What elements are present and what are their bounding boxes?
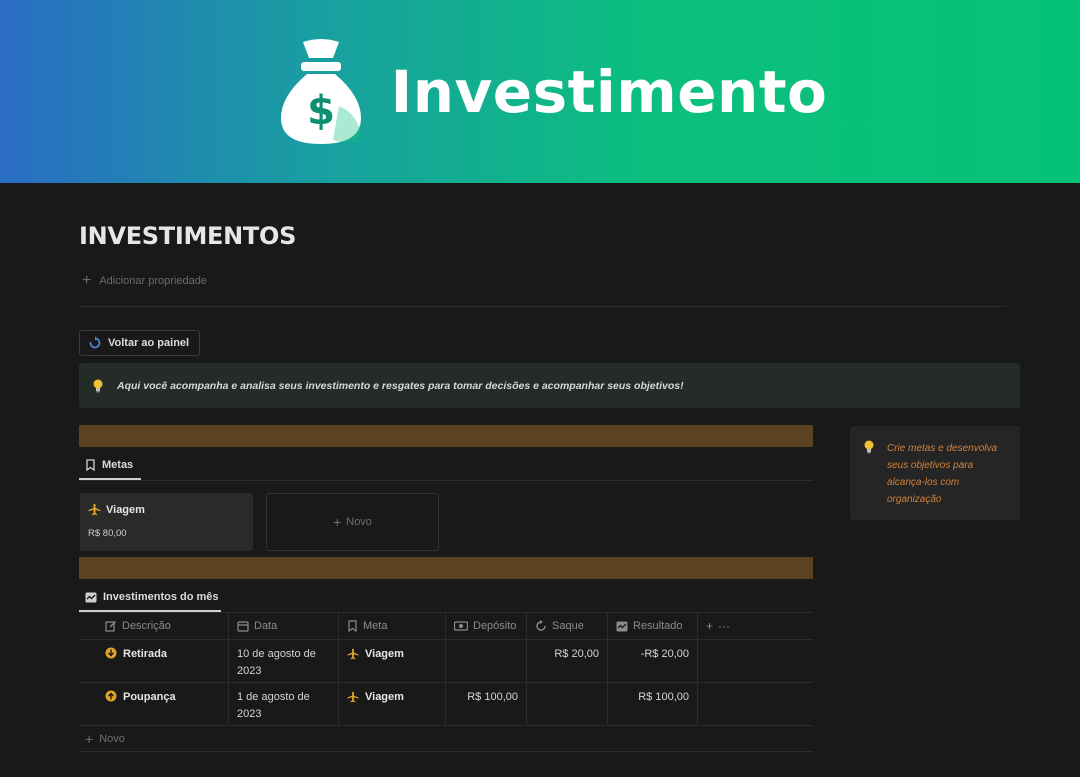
column-label: Saque — [552, 620, 584, 632]
table-icon — [616, 621, 628, 632]
arrow-up-circle-icon — [105, 690, 117, 725]
add-column-icon[interactable]: + — [706, 619, 713, 633]
column-label: Meta — [363, 620, 388, 632]
cell-saque[interactable]: R$ 20,00 — [527, 640, 608, 682]
info-callout: Aqui você acompanha e analisa seus inves… — [79, 363, 1020, 408]
money-icon — [454, 621, 468, 631]
cell-descricao[interactable]: Retirada — [79, 640, 229, 682]
column-header-meta[interactable]: Meta — [339, 613, 446, 639]
cell-resultado[interactable]: R$ 100,00 — [608, 683, 698, 725]
cell-meta[interactable]: Viagem — [339, 683, 446, 725]
row-date: 1 de agosto de 2023 — [237, 691, 310, 720]
goal-card-viagem[interactable]: Viagem R$ 80,00 — [80, 493, 253, 551]
back-button-label: Voltar ao painel — [108, 337, 190, 349]
more-options-icon[interactable]: ··· — [718, 619, 730, 633]
bookmark-icon — [85, 459, 96, 471]
back-to-dashboard-button[interactable]: Voltar ao painel — [79, 330, 201, 356]
cell-empty — [698, 683, 813, 725]
calendar-icon — [237, 620, 249, 632]
section-divider-bar — [79, 557, 813, 579]
investments-table: Descrição Data Meta Depósito Saque Resul… — [79, 612, 813, 752]
money-bag-icon: $ — [273, 36, 369, 148]
row-description: Retirada — [123, 648, 168, 660]
callout-text: Crie metas e desenvolva seus objetivos p… — [887, 443, 998, 505]
column-label: Resultado — [633, 620, 683, 632]
bookmark-icon — [347, 620, 358, 632]
lightbulb-icon — [93, 379, 103, 393]
page-title: INVESTIMENTOS — [79, 222, 297, 250]
new-goal-label: Novo — [346, 516, 372, 528]
divider — [79, 306, 1006, 307]
column-header-deposito[interactable]: Depósito — [446, 613, 527, 639]
cell-deposito[interactable]: R$ 100,00 — [446, 683, 527, 725]
column-label: Depósito — [473, 620, 517, 632]
tab-metas[interactable]: Metas — [79, 457, 139, 473]
cell-data[interactable]: 1 de agosto de 2023 — [229, 683, 339, 725]
tab-metas-label: Metas — [102, 459, 134, 471]
table-icon — [85, 592, 97, 603]
tab-divider — [79, 480, 813, 481]
new-row-label: Novo — [99, 732, 125, 745]
plus-icon: + — [85, 730, 94, 747]
tab-investimentos-label: Investimentos do mês — [103, 591, 219, 603]
column-header-data[interactable]: Data — [229, 613, 339, 639]
tab-investimentos-do-mes[interactable]: Investimentos do mês — [79, 589, 225, 605]
add-property-button[interactable]: + Adicionar propriedade — [82, 273, 207, 289]
table-row[interactable]: Poupança 1 de agosto de 2023 Viagem R$ 1… — [79, 682, 813, 725]
row-goal: Viagem — [365, 691, 404, 703]
airplane-icon — [88, 503, 101, 516]
cell-resultado[interactable]: -R$ 20,00 — [608, 640, 698, 682]
column-header-descricao[interactable]: Descrição — [79, 613, 229, 639]
cell-empty — [698, 640, 813, 682]
column-header-saque[interactable]: Saque — [527, 613, 608, 639]
airplane-icon — [347, 691, 359, 703]
new-row-button[interactable]: + Novo — [79, 725, 813, 752]
refresh-icon — [535, 620, 547, 632]
row-result: R$ 100,00 — [638, 691, 689, 703]
cell-meta[interactable]: Viagem — [339, 640, 446, 682]
plus-icon: + — [82, 272, 92, 289]
callout-text: Aqui você acompanha e analisa seus inves… — [117, 379, 684, 392]
goal-name: Viagem — [106, 503, 145, 516]
table-row[interactable]: Retirada 10 de agosto de 2023 Viagem R$ … — [79, 639, 813, 682]
column-actions: + ··· — [698, 613, 813, 639]
cell-data[interactable]: 10 de agosto de 2023 — [229, 640, 339, 682]
banner-title: Investimento — [390, 57, 828, 126]
row-date: 10 de agosto de 2023 — [237, 648, 316, 677]
arrow-down-circle-icon — [105, 647, 117, 682]
row-description: Poupança — [123, 691, 176, 703]
row-result: -R$ 20,00 — [640, 648, 689, 660]
table-header: Descrição Data Meta Depósito Saque Resul… — [79, 612, 813, 639]
row-goal: Viagem — [365, 648, 404, 660]
row-withdrawal: R$ 20,00 — [554, 648, 599, 660]
plus-icon: + — [333, 514, 342, 530]
cell-deposito[interactable] — [446, 640, 527, 682]
edit-icon — [105, 620, 117, 632]
row-deposit: R$ 100,00 — [467, 691, 518, 703]
goals-tip-callout: Crie metas e desenvolva seus objetivos p… — [850, 426, 1020, 520]
section-divider-bar — [79, 425, 813, 447]
lightbulb-icon — [864, 440, 874, 454]
column-label: Data — [254, 620, 278, 632]
add-property-label: Adicionar propriedade — [99, 275, 207, 287]
cover-banner: $ Investimento — [0, 0, 1080, 183]
refresh-icon — [88, 336, 102, 350]
cell-saque[interactable] — [527, 683, 608, 725]
goal-amount: R$ 80,00 — [88, 528, 127, 539]
cell-descricao[interactable]: Poupança — [79, 683, 229, 725]
column-label: Descrição — [122, 620, 171, 632]
new-goal-button[interactable]: + Novo — [266, 493, 439, 551]
column-header-resultado[interactable]: Resultado — [608, 613, 698, 639]
airplane-icon — [347, 648, 359, 660]
svg-text:$: $ — [307, 88, 335, 134]
